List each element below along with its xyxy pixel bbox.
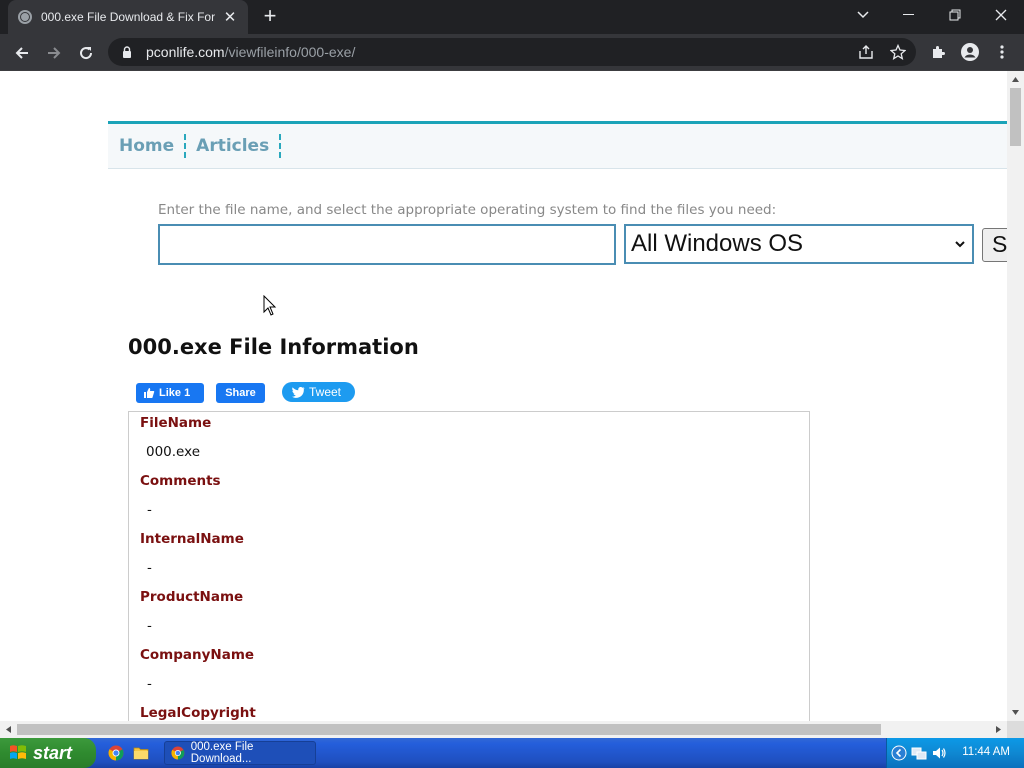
close-tab-icon[interactable]: ✕ [222, 8, 238, 26]
share-icon [859, 45, 873, 59]
network-icon[interactable] [911, 745, 927, 761]
tweet-label: Tweet [309, 385, 342, 399]
horizontal-scrollbar[interactable] [0, 721, 1007, 738]
globe-icon [18, 10, 32, 24]
start-label: start [33, 742, 73, 763]
scroll-right-button[interactable] [990, 721, 1007, 738]
puzzle-icon [933, 46, 945, 58]
vertical-scrollbar[interactable] [1007, 71, 1024, 721]
close-window-button[interactable] [978, 0, 1024, 30]
scroll-up-button[interactable] [1007, 71, 1024, 88]
nav-articles-link[interactable]: Articles [186, 134, 282, 158]
browser-tab[interactable]: 000.exe File Download & Fix For ✕ [8, 0, 248, 34]
search-hint: Enter the file name, and select the appr… [158, 202, 777, 218]
profile-button[interactable] [960, 42, 980, 62]
tweet-button[interactable]: Tweet [282, 382, 355, 402]
share-button[interactable] [856, 42, 876, 62]
field-value-internalname: - [147, 560, 152, 576]
like-label: Like 1 [159, 387, 191, 399]
file-name-input[interactable] [158, 224, 616, 265]
system-tray: 11:44 AM [886, 738, 1024, 768]
chrome-quicklaunch-icon[interactable] [108, 745, 124, 761]
forward-button[interactable] [40, 39, 68, 67]
triangle-right-icon [996, 726, 1001, 733]
task-label: 000.exe File Download... [190, 741, 254, 765]
field-label-productname: ProductName [140, 589, 244, 605]
horizontal-scroll-thumb[interactable] [17, 724, 881, 735]
field-label-comments: Comments [140, 473, 221, 489]
scroll-down-button[interactable] [1007, 704, 1024, 721]
arrow-right-icon [48, 47, 61, 59]
field-value-productname: - [147, 618, 152, 634]
thumbs-up-icon [144, 388, 155, 398]
extensions-button[interactable] [928, 42, 948, 62]
file-info-table: FileName 000.exe Comments - InternalName… [128, 411, 810, 721]
windows-logo-icon [10, 745, 26, 759]
bookmark-button[interactable] [888, 42, 908, 62]
url-path: /viewfileinfo/000-exe/ [224, 44, 356, 60]
nav-home-link[interactable]: Home [108, 134, 187, 158]
tab-title: 000.exe File Download & Fix For [41, 10, 216, 24]
reload-icon [80, 47, 93, 60]
volume-icon[interactable] [931, 745, 947, 761]
mouse-cursor-icon [263, 295, 277, 316]
browser-title-bar: 000.exe File Download & Fix For ✕ + [0, 0, 1024, 34]
reload-button[interactable] [72, 39, 100, 67]
minimize-button[interactable] [886, 0, 932, 30]
taskbar-chrome-window[interactable]: 000.exe File Download... [164, 741, 316, 765]
vertical-scroll-thumb[interactable] [1010, 88, 1021, 146]
minimize-icon [903, 14, 914, 15]
chrome-icon [171, 746, 185, 760]
arrow-left-icon [15, 47, 28, 59]
field-label-internalname: InternalName [140, 531, 244, 547]
url-host: pconlife.com [146, 44, 225, 60]
field-value-companyname: - [147, 676, 152, 692]
url-text: pconlife.com/viewfileinfo/000-exe/ [146, 44, 355, 60]
page-title: 000.exe File Information [128, 335, 419, 359]
star-icon [890, 44, 906, 60]
tab-search-button[interactable] [840, 0, 886, 30]
field-label-legalcopyright: LegalCopyright [140, 705, 256, 721]
folder-quicklaunch-icon[interactable] [133, 745, 149, 761]
chevron-down-icon [955, 241, 965, 248]
chevron-down-icon [857, 11, 869, 19]
scrollbar-corner [1007, 721, 1024, 738]
tray-expand-icon[interactable] [891, 745, 907, 761]
page-viewport: Home Articles Enter the file name, and s… [0, 71, 1024, 721]
close-icon [995, 9, 1007, 21]
lock-icon [123, 46, 131, 58]
scroll-left-button[interactable] [0, 721, 17, 738]
field-label-filename: FileName [140, 415, 212, 431]
restore-button[interactable] [932, 0, 978, 30]
facebook-like-button[interactable]: Like 1 [136, 383, 204, 403]
kebab-menu-icon [1000, 45, 1004, 59]
back-button[interactable] [8, 39, 36, 67]
triangle-up-icon [1012, 77, 1019, 82]
start-button[interactable]: start [0, 738, 96, 768]
new-tab-button[interactable]: + [258, 5, 282, 29]
taskbar: start 000.exe File Download... 11:44 AM [0, 738, 1024, 768]
restore-icon [949, 9, 961, 21]
field-label-companyname: CompanyName [140, 647, 255, 663]
facebook-share-button[interactable]: Share [216, 383, 265, 403]
browser-toolbar: pconlife.com/viewfileinfo/000-exe/ [0, 34, 1024, 71]
os-select-value: All Windows OS [631, 230, 804, 257]
address-bar[interactable]: pconlife.com/viewfileinfo/000-exe/ [108, 38, 916, 66]
os-select[interactable]: All Windows OS [624, 224, 974, 264]
menu-button[interactable] [992, 42, 1012, 62]
field-value-filename: 000.exe [146, 444, 201, 460]
triangle-down-icon [1012, 710, 1019, 715]
triangle-left-icon [6, 726, 11, 733]
field-value-comments: - [147, 502, 152, 518]
site-navbar: Home Articles [108, 121, 1008, 169]
clock: 11:44 AM [962, 746, 1010, 758]
avatar-icon [961, 43, 979, 61]
twitter-bird-icon [292, 386, 305, 398]
